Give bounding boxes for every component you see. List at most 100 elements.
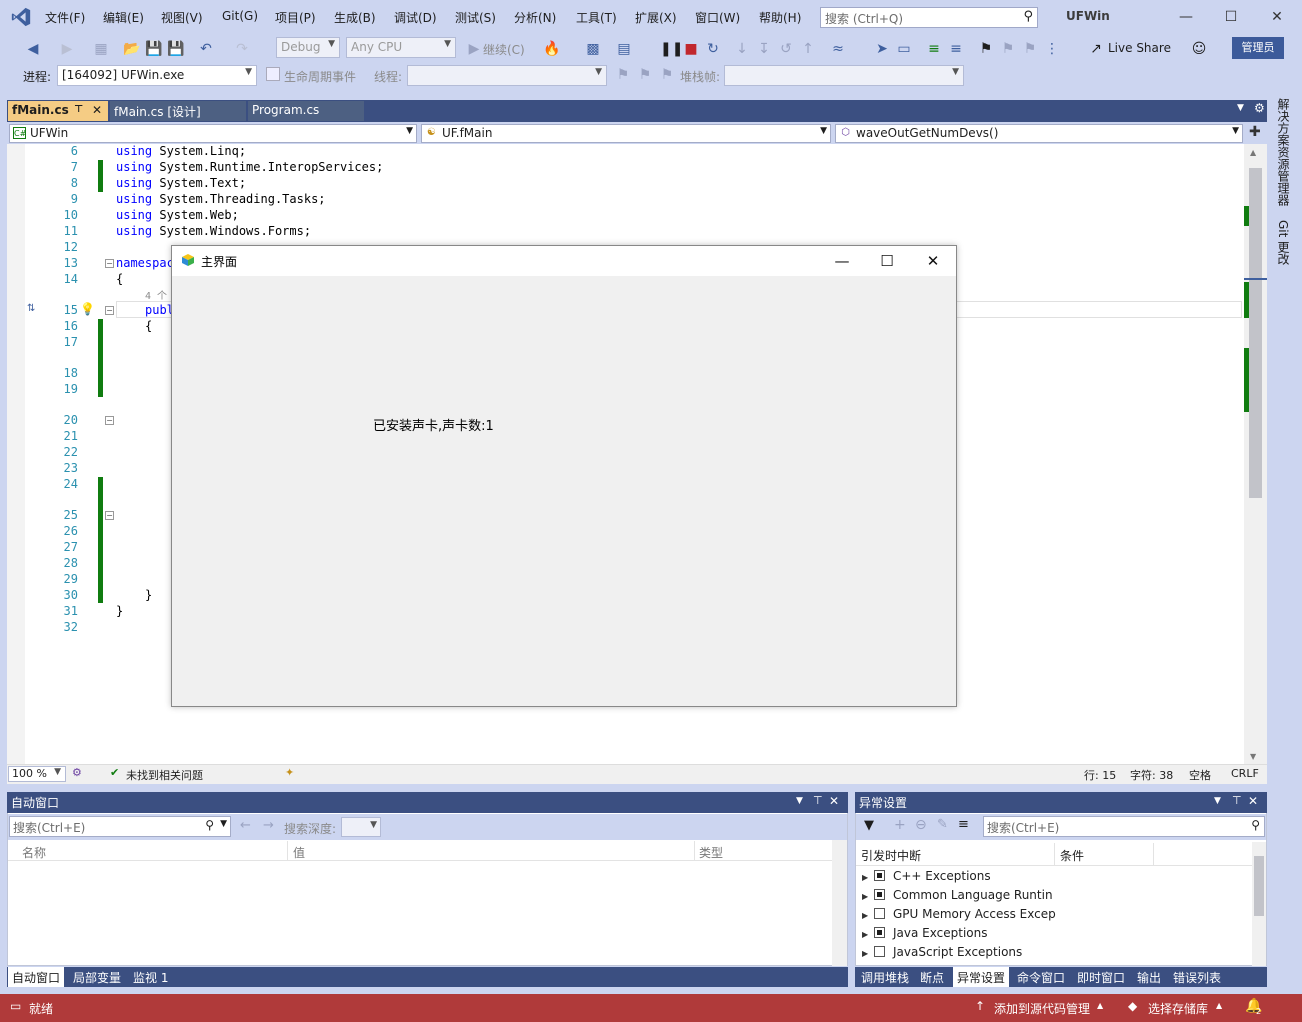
pin-icon[interactable]: ⊤ — [813, 794, 823, 807]
column-divider[interactable] — [1054, 843, 1055, 865]
settings-gear-icon[interactable]: ⚙ — [1254, 101, 1265, 115]
column-conditions[interactable]: 条件 — [1060, 847, 1084, 864]
type-dropdown[interactable]: ☯ UF.fMain ▼ — [421, 124, 831, 143]
menu-debug[interactable]: 调试(D) — [394, 9, 437, 26]
tab-call-stack[interactable]: 调用堆栈 — [857, 967, 913, 987]
exception-row-cpp[interactable]: ▶ C++ Exceptions — [862, 869, 991, 883]
exception-checkbox[interactable] — [874, 870, 885, 881]
menu-extensions[interactable]: 扩展(X) — [635, 9, 677, 26]
chevron-down-icon[interactable]: ▼ — [220, 819, 227, 829]
scrollbar-thumb[interactable] — [1249, 168, 1262, 498]
global-search-input[interactable]: 搜索 (Ctrl+Q) ⚲ — [820, 7, 1038, 28]
column-name[interactable]: 名称 — [22, 844, 46, 861]
column-value[interactable]: 值 — [293, 844, 305, 861]
next-bookmark-icon[interactable]: ⚑ — [1021, 40, 1039, 58]
remove-icon[interactable]: ⊖ — [915, 817, 927, 833]
search-depth-select[interactable]: ▼ — [341, 817, 381, 837]
share-icon[interactable]: ↗ — [1087, 40, 1105, 58]
save-icon[interactable]: 💾 — [145, 40, 163, 58]
menu-edit[interactable]: 编辑(E) — [103, 9, 144, 26]
add-to-source-control-button[interactable]: 添加到源代码管理 — [994, 1000, 1090, 1017]
stop-debugging-icon[interactable]: ■ — [682, 40, 700, 58]
exception-row-javascript[interactable]: ▶ JavaScript Exceptions — [862, 945, 1022, 959]
comment-icon[interactable]: ≡ — [925, 40, 943, 58]
collapse-icon[interactable]: − — [105, 511, 114, 520]
flag-thread-icon[interactable]: ⚑ — [614, 66, 632, 84]
expand-icon[interactable]: ▶ — [862, 911, 874, 920]
exception-checkbox[interactable] — [874, 927, 885, 938]
menu-tools[interactable]: 工具(T) — [576, 9, 617, 26]
zoom-select[interactable]: 100 % ▼ — [8, 766, 66, 782]
tab-locals[interactable]: 局部变量 — [69, 967, 125, 987]
member-dropdown[interactable]: ⬡ waveOutGetNumDevs() ▼ — [835, 124, 1243, 143]
menu-project[interactable]: 项目(P) — [275, 9, 316, 26]
menu-git[interactable]: Git(G) — [222, 9, 258, 23]
tab-exception-settings[interactable]: 异常设置 — [953, 967, 1010, 987]
stackframe-select[interactable]: ▼ — [724, 65, 964, 86]
exception-search-input[interactable]: 搜索(Ctrl+E) ⚲ — [983, 816, 1265, 837]
menu-window[interactable]: 窗口(W) — [695, 9, 740, 26]
close-panel-icon[interactable]: ✕ — [1248, 794, 1258, 808]
lifecycle-events-button[interactable]: 生命周期事件 — [284, 68, 356, 85]
dialog-maximize-button[interactable]: ☐ — [864, 246, 910, 276]
tab-fmain-design[interactable]: fMain.cs [设计] — [110, 101, 246, 121]
indent-indicator[interactable]: 空格 — [1189, 767, 1211, 783]
autos-scrollbar[interactable] — [832, 840, 847, 966]
exception-row-java[interactable]: ▶ Java Exceptions — [862, 926, 987, 940]
step-into-icon[interactable]: ↓ — [733, 40, 751, 58]
new-project-icon[interactable]: ▦ — [92, 40, 110, 58]
collapse-icon[interactable]: − — [105, 416, 114, 425]
process-select[interactable]: [164092] UFWin.exe ▼ — [57, 65, 257, 86]
dialog-close-button[interactable]: ✕ — [910, 246, 956, 276]
navigate-back-icon[interactable]: ◀ — [24, 40, 42, 58]
add-icon[interactable]: + — [894, 817, 906, 833]
expand-icon[interactable]: ▶ — [862, 930, 874, 939]
exception-row-gpu[interactable]: ▶ GPU Memory Access Excep — [862, 907, 1056, 921]
tab-output[interactable]: 输出 — [1133, 967, 1165, 987]
tab-command-window[interactable]: 命令窗口 — [1013, 967, 1069, 987]
menu-view[interactable]: 视图(V) — [161, 9, 203, 26]
minimize-button[interactable]: — — [1168, 4, 1204, 30]
tab-immediate-window[interactable]: 即时窗口 — [1073, 967, 1129, 987]
autos-search-input[interactable]: 搜索(Ctrl+E) ⚲ ▼ — [9, 816, 231, 837]
admin-badge[interactable]: 管理员 — [1232, 37, 1284, 59]
undo-icon[interactable]: ↶ — [197, 40, 215, 58]
uncomment-icon[interactable]: ≡ — [947, 40, 965, 58]
intellicode-icon[interactable]: ⚙ — [72, 766, 82, 779]
scrollbar-thumb[interactable] — [1254, 856, 1264, 916]
thread-select[interactable]: ▼ — [407, 65, 607, 86]
feedback-icon[interactable]: ☺ — [1190, 40, 1208, 58]
codelens-references[interactable]: 4 个 — [145, 287, 167, 302]
layout-icon[interactable]: ▤ — [615, 40, 633, 58]
close-panel-icon[interactable]: ✕ — [829, 794, 839, 808]
tab-watch-1[interactable]: 监视 1 — [129, 967, 172, 987]
continue-button[interactable]: 继续(C) — [483, 41, 525, 58]
edit-condition-icon[interactable]: ✎ — [937, 817, 948, 832]
live-share-button[interactable]: Live Share — [1108, 41, 1171, 55]
tab-fmain-cs[interactable]: fMain.cs ⊤ ✕ — [8, 101, 108, 121]
exception-checkbox[interactable] — [874, 908, 885, 919]
tab-autos[interactable]: 自动窗口 — [8, 967, 65, 987]
arrow-left-icon[interactable]: ← — [240, 818, 251, 833]
column-break-when-thrown[interactable]: 引发时中断 — [861, 847, 921, 864]
diagnostics-icon[interactable]: ≈ — [829, 40, 847, 58]
platform-select[interactable]: Any CPU ▼ — [346, 37, 456, 58]
app-main-window[interactable]: 主界面 — ☐ ✕ 已安装声卡,声卡数:1 — [171, 245, 957, 707]
save-all-icon[interactable]: 💾 — [167, 40, 185, 58]
dialog-titlebar[interactable]: 主界面 — ☐ ✕ — [172, 246, 956, 276]
column-divider[interactable] — [1153, 843, 1154, 865]
cleanup-brush-icon[interactable]: ✦ — [285, 766, 294, 779]
break-all-icon[interactable]: ❚❚ — [660, 40, 683, 58]
expand-icon[interactable]: ▶ — [862, 892, 874, 901]
more-icon[interactable]: ⋮ — [1043, 40, 1061, 58]
collapse-icon[interactable]: − — [105, 259, 114, 268]
scroll-down-icon[interactable]: ▼ — [1250, 752, 1256, 761]
split-editor-icon[interactable]: ✚ — [1249, 124, 1261, 140]
restart-icon[interactable]: ↻ — [704, 40, 722, 58]
menu-file[interactable]: 文件(F) — [45, 9, 85, 26]
tab-dropdown-icon[interactable]: ▼ — [1237, 103, 1244, 113]
unflag-icon[interactable]: ⚑ — [658, 66, 676, 84]
lightbulb-icon[interactable]: 💡 — [80, 302, 95, 316]
project-dropdown[interactable]: C# UFWin ▼ — [9, 124, 417, 143]
bookmark-icon[interactable]: ⚑ — [977, 40, 995, 58]
